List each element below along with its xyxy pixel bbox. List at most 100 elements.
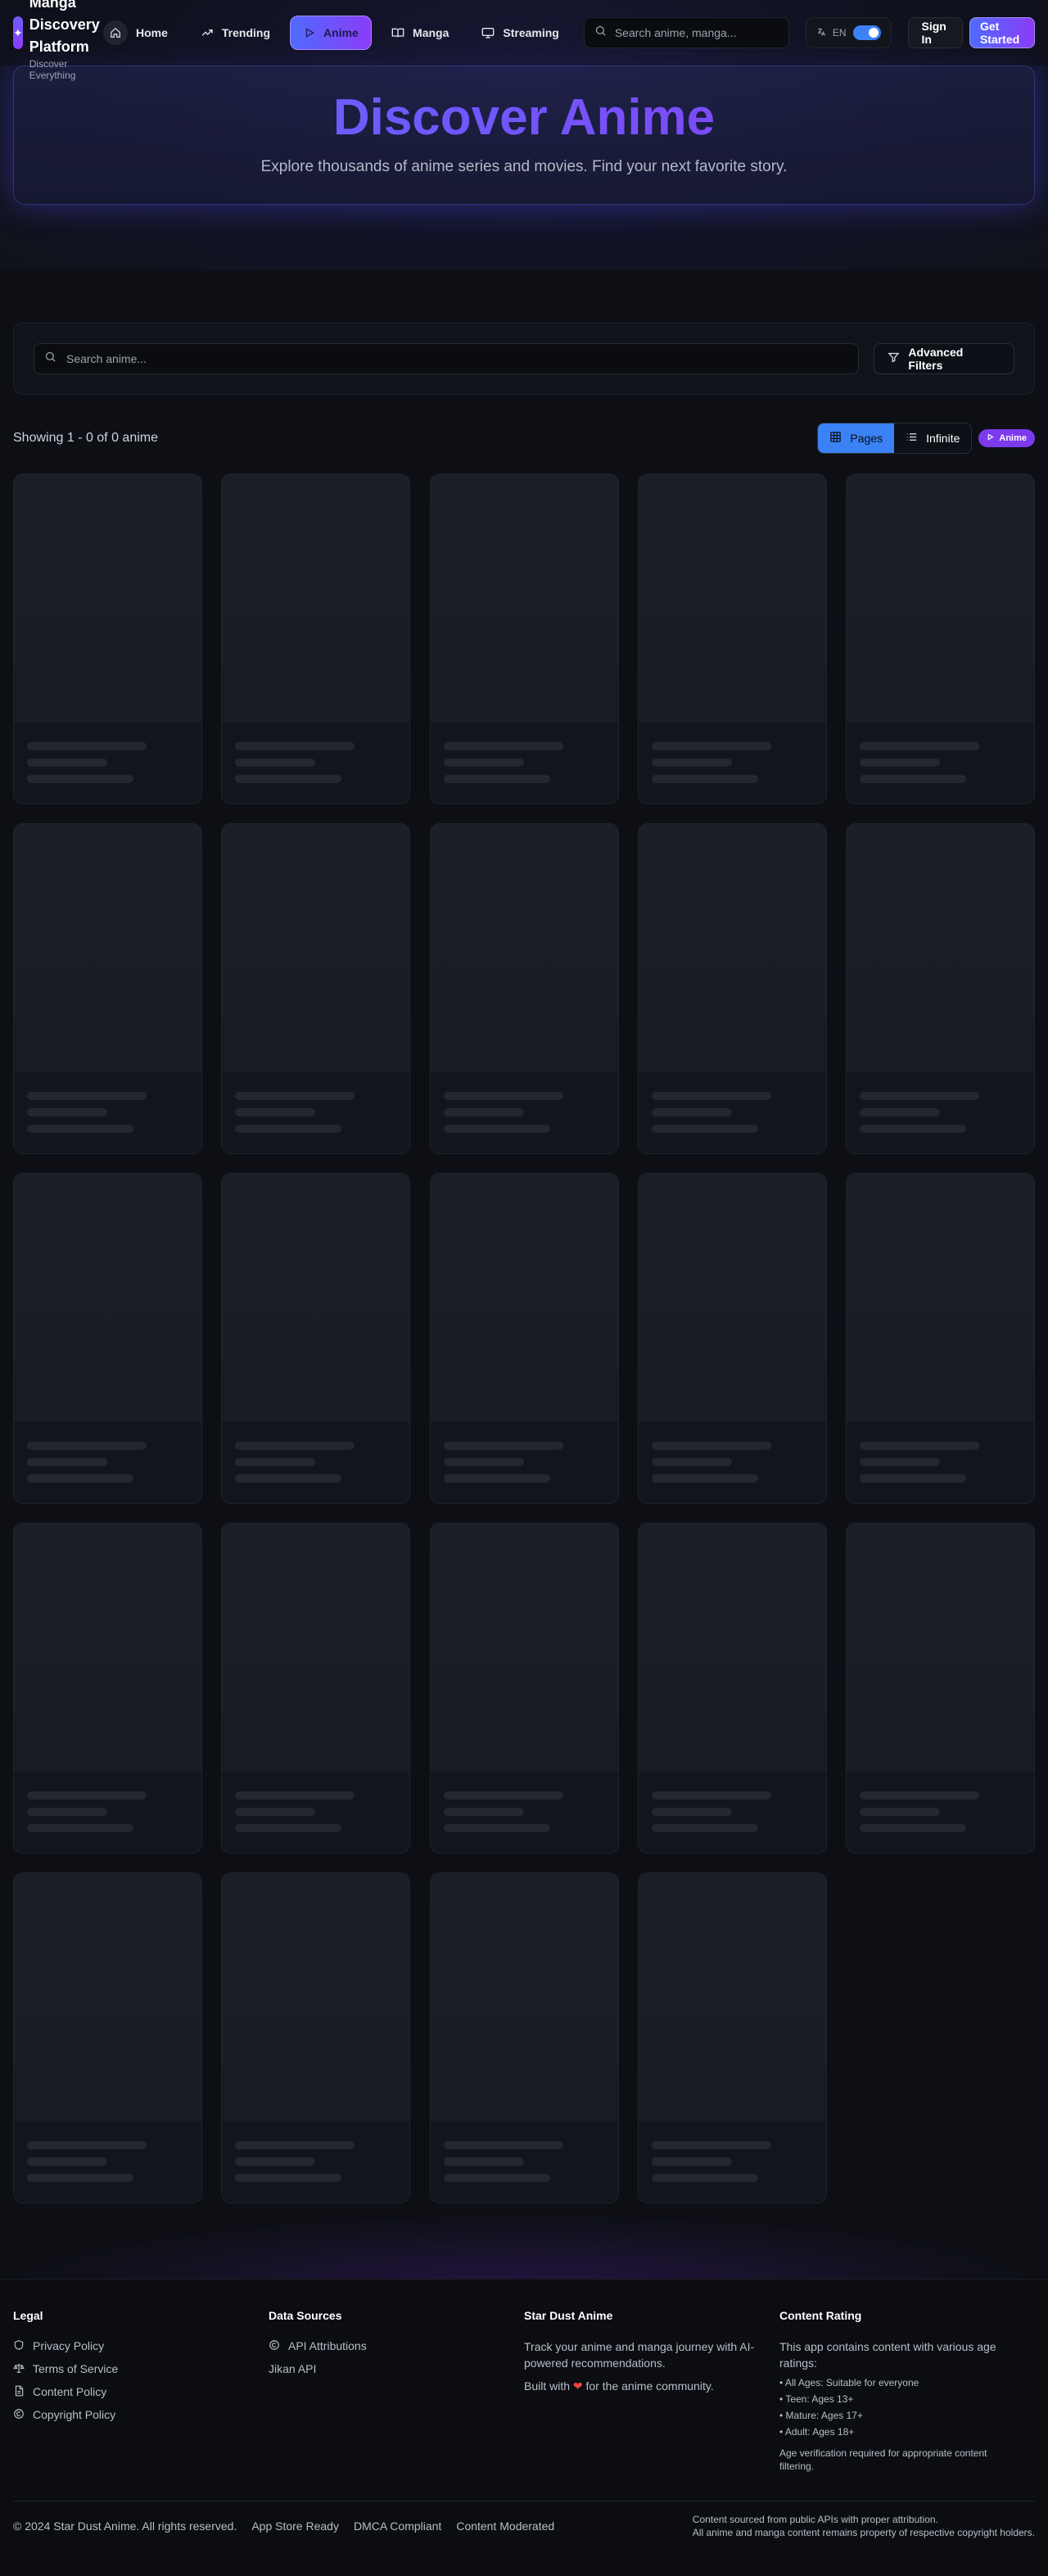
brand-subtitle: Discover Everything	[29, 57, 76, 81]
skeleton-card	[429, 1872, 619, 2203]
skeleton-line	[860, 1824, 966, 1832]
skeleton-line	[860, 1092, 979, 1100]
copyright-policy-link[interactable]: Copyright Policy	[13, 2407, 269, 2422]
skeleton-card	[637, 1872, 827, 2203]
skeleton-line	[443, 758, 524, 767]
skeleton-image	[222, 1174, 410, 1422]
skeleton-card	[637, 823, 827, 1154]
skeleton-line	[651, 1474, 758, 1483]
global-search[interactable]	[583, 17, 789, 48]
skeleton-line	[235, 2157, 316, 2166]
api-attributions-link[interactable]: API Attributions	[269, 2338, 524, 2353]
app-store-ready-badge: App Store Ready	[251, 2519, 339, 2533]
skeleton-image	[222, 1873, 410, 2121]
anime-search-input[interactable]	[66, 352, 803, 365]
global-search-input[interactable]	[614, 26, 779, 39]
trending-icon	[201, 26, 214, 39]
skeleton-image	[638, 474, 826, 722]
skeleton-line	[860, 1125, 966, 1133]
skeleton-image	[14, 824, 201, 1072]
view-infinite-button[interactable]: Infinite	[894, 423, 972, 453]
skeleton-line	[651, 1824, 758, 1832]
copyright-icon	[13, 2408, 26, 2421]
skeleton-line	[27, 758, 107, 767]
top-navbar: ✦ Manga Discovery Platform Discover Ever…	[0, 0, 1048, 81]
skeleton-line	[651, 742, 771, 750]
nav-anime-label: Anime	[323, 26, 359, 39]
skeleton-image	[847, 824, 1034, 1072]
skeleton-line	[860, 775, 966, 783]
skeleton-card	[846, 473, 1035, 804]
language-toggle[interactable]: EN	[805, 17, 892, 48]
anime-search[interactable]	[34, 343, 860, 374]
content-policy-link[interactable]: Content Policy	[13, 2384, 269, 2399]
skeleton-line	[651, 775, 758, 783]
skeleton-line	[651, 2141, 771, 2149]
language-switch[interactable]	[852, 25, 881, 40]
skeleton-line	[27, 1125, 133, 1133]
document-icon	[13, 2385, 26, 2398]
skeleton-line	[651, 1108, 732, 1116]
skeleton-line	[235, 742, 355, 750]
brand[interactable]: ✦ Manga Discovery Platform Discover Ever…	[13, 0, 111, 81]
skeleton-line	[443, 1442, 563, 1450]
results-count: Showing 1 - 0 of 0 anime	[13, 431, 158, 445]
skeleton-line	[235, 1092, 355, 1100]
skeleton-image	[430, 1873, 618, 2121]
skeleton-image	[847, 1174, 1034, 1422]
grid-icon	[829, 431, 842, 446]
skeleton-line	[27, 1092, 147, 1100]
nav-trending[interactable]: Trending	[187, 16, 283, 50]
skeleton-line	[860, 1108, 940, 1116]
footer-content-rating: Content Rating This app contains content…	[779, 2309, 1035, 2473]
get-started-button[interactable]: Get Started	[969, 17, 1035, 48]
play-icon	[304, 26, 315, 39]
content-moderated-badge: Content Moderated	[456, 2519, 555, 2533]
rating-note: Age verification required for appropriat…	[779, 2447, 987, 2472]
nav-anime[interactable]: Anime	[290, 16, 373, 50]
anime-grid	[13, 473, 1035, 2203]
view-infinite-label: Infinite	[926, 432, 960, 445]
view-pages-label: Pages	[850, 432, 883, 445]
skeleton-line	[235, 1824, 342, 1832]
view-pages-button[interactable]: Pages	[818, 423, 895, 453]
skeleton-line	[27, 1442, 147, 1450]
skeleton-line	[443, 775, 550, 783]
jikan-api-link[interactable]: Jikan API	[269, 2361, 524, 2376]
footer-legal: Legal Privacy Policy Terms of Service Co…	[13, 2309, 269, 2473]
sign-in-button[interactable]: Sign In	[907, 17, 963, 48]
translate-icon	[816, 27, 826, 39]
privacy-policy-link[interactable]: Privacy Policy	[13, 2338, 269, 2353]
skeleton-line	[860, 1808, 940, 1816]
skeleton-line	[651, 1092, 771, 1100]
footer-built-with: Built with ❤ for the anime community.	[524, 2379, 714, 2393]
skeleton-image	[430, 1174, 618, 1422]
footer-data-title: Data Sources	[269, 2309, 342, 2322]
skeleton-card	[637, 1173, 827, 1504]
nav-streaming[interactable]: Streaming	[468, 16, 571, 50]
view-mode-toggle: Pages Infinite	[817, 423, 973, 454]
footer-about-title: Star Dust Anime	[524, 2309, 613, 2322]
sparkle-logo-icon: ✦	[13, 16, 23, 49]
nav-manga-label: Manga	[413, 26, 449, 39]
skeleton-line	[27, 1824, 133, 1832]
source-attribution: Content sourced from public APIs with pr…	[692, 2513, 1035, 2538]
nav-manga[interactable]: Manga	[378, 16, 462, 50]
skeleton-card	[429, 473, 619, 804]
terms-of-service-link[interactable]: Terms of Service	[13, 2361, 269, 2376]
skeleton-card	[429, 1173, 619, 1504]
book-icon	[391, 26, 404, 39]
skeleton-line	[443, 1791, 563, 1800]
skeleton-image	[14, 474, 201, 722]
skeleton-line	[235, 758, 316, 767]
search-icon	[44, 351, 56, 367]
heart-icon: ❤	[572, 2379, 583, 2393]
advanced-filters-button[interactable]: Advanced Filters	[874, 343, 1014, 374]
skeleton-card	[846, 823, 1035, 1154]
skeleton-image	[638, 824, 826, 1072]
rating-item: • All Ages: Suitable for everyone	[779, 2377, 919, 2388]
skeleton-line	[860, 1791, 979, 1800]
skeleton-image	[430, 474, 618, 722]
footer-glow	[0, 2212, 1048, 2285]
skeleton-image	[847, 1523, 1034, 1772]
